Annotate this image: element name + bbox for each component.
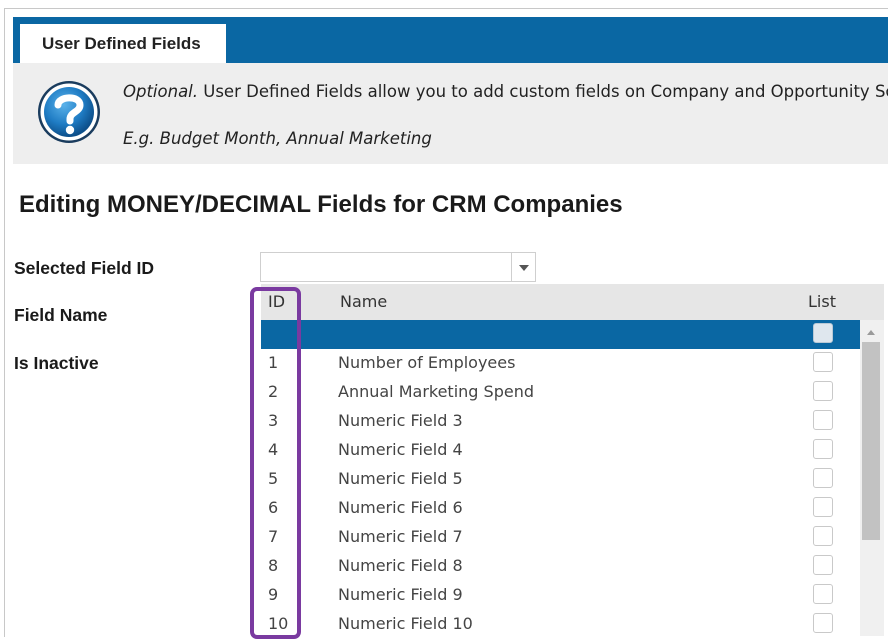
vertical-scrollbar[interactable]: [860, 320, 884, 636]
fields-grid: ID Name List 1 Number of Employees 2 Annual…: [261, 284, 884, 636]
table-row[interactable]: 2 Annual Marketing Spend: [261, 378, 861, 407]
cell-id: 1: [268, 353, 279, 372]
table-row[interactable]: 9 Numeric Field 9: [261, 581, 861, 610]
list-checkbox[interactable]: [813, 381, 833, 401]
cell-name: Numeric Field 5: [338, 469, 463, 488]
scroll-up-icon[interactable]: [867, 330, 875, 335]
table-row[interactable]: 7 Numeric Field 7: [261, 523, 861, 552]
column-header-name[interactable]: Name: [340, 292, 387, 311]
help-description-text: User Defined Fields allow you to add cus…: [198, 82, 888, 101]
cell-id: 8: [268, 556, 279, 575]
chevron-down-icon: [519, 265, 529, 271]
section-title: Editing MONEY/DECIMAL Fields for CRM Com…: [19, 191, 623, 218]
help-panel: [13, 63, 888, 164]
list-checkbox[interactable]: [813, 584, 833, 604]
list-checkbox[interactable]: [813, 526, 833, 546]
cell-name: Annual Marketing Spend: [338, 382, 534, 401]
question-icon: [38, 81, 100, 143]
list-checkbox[interactable]: [813, 410, 833, 430]
table-row[interactable]: 5 Numeric Field 5: [261, 465, 861, 494]
table-row[interactable]: 1 Number of Employees: [261, 349, 861, 378]
cell-name: Numeric Field 7: [338, 527, 463, 546]
table-row[interactable]: 10 Numeric Field 10: [261, 610, 861, 636]
table-row[interactable]: [261, 320, 861, 349]
dropdown-button[interactable]: [511, 253, 535, 281]
selected-field-id-select[interactable]: [260, 252, 536, 282]
list-checkbox[interactable]: [813, 468, 833, 488]
list-checkbox[interactable]: [813, 323, 833, 343]
cell-name: Numeric Field 10: [338, 614, 473, 633]
table-row[interactable]: 8 Numeric Field 8: [261, 552, 861, 581]
table-row[interactable]: 4 Numeric Field 4: [261, 436, 861, 465]
cell-name: Numeric Field 8: [338, 556, 463, 575]
cell-id: 6: [268, 498, 279, 517]
list-checkbox[interactable]: [813, 613, 833, 633]
cell-name: Numeric Field 3: [338, 411, 463, 430]
is-inactive-label: Is Inactive: [14, 353, 99, 373]
cell-name: Numeric Field 9: [338, 585, 463, 604]
column-header-list[interactable]: List: [808, 292, 836, 311]
cell-name: Number of Employees: [338, 353, 516, 372]
cell-id: 10: [268, 614, 289, 633]
grid-header: ID Name List: [261, 284, 884, 320]
cell-id: 7: [268, 527, 279, 546]
table-row[interactable]: 6 Numeric Field 6: [261, 494, 861, 523]
field-name-label: Field Name: [14, 305, 108, 325]
column-header-id[interactable]: ID: [268, 292, 285, 311]
cell-name: Numeric Field 6: [338, 498, 463, 517]
cell-id: 2: [268, 382, 279, 401]
list-checkbox[interactable]: [813, 352, 833, 372]
tab-user-defined-fields[interactable]: User Defined Fields: [20, 24, 226, 63]
help-example: E.g. Budget Month, Annual Marketing: [123, 129, 432, 148]
list-checkbox[interactable]: [813, 439, 833, 459]
cell-id: 5: [268, 469, 279, 488]
table-row[interactable]: 3 Numeric Field 3: [261, 407, 861, 436]
scrollbar-thumb[interactable]: [862, 342, 880, 540]
cell-id: 9: [268, 585, 279, 604]
cell-id: 4: [268, 440, 279, 459]
cell-id: 3: [268, 411, 279, 430]
help-optional-label: Optional.: [123, 82, 199, 101]
help-description: Optional. User Defined Fields allow you …: [123, 82, 888, 101]
list-checkbox[interactable]: [813, 497, 833, 517]
list-checkbox[interactable]: [813, 555, 833, 575]
cell-name: Numeric Field 4: [338, 440, 463, 459]
selected-field-id-label: Selected Field ID: [14, 258, 155, 278]
